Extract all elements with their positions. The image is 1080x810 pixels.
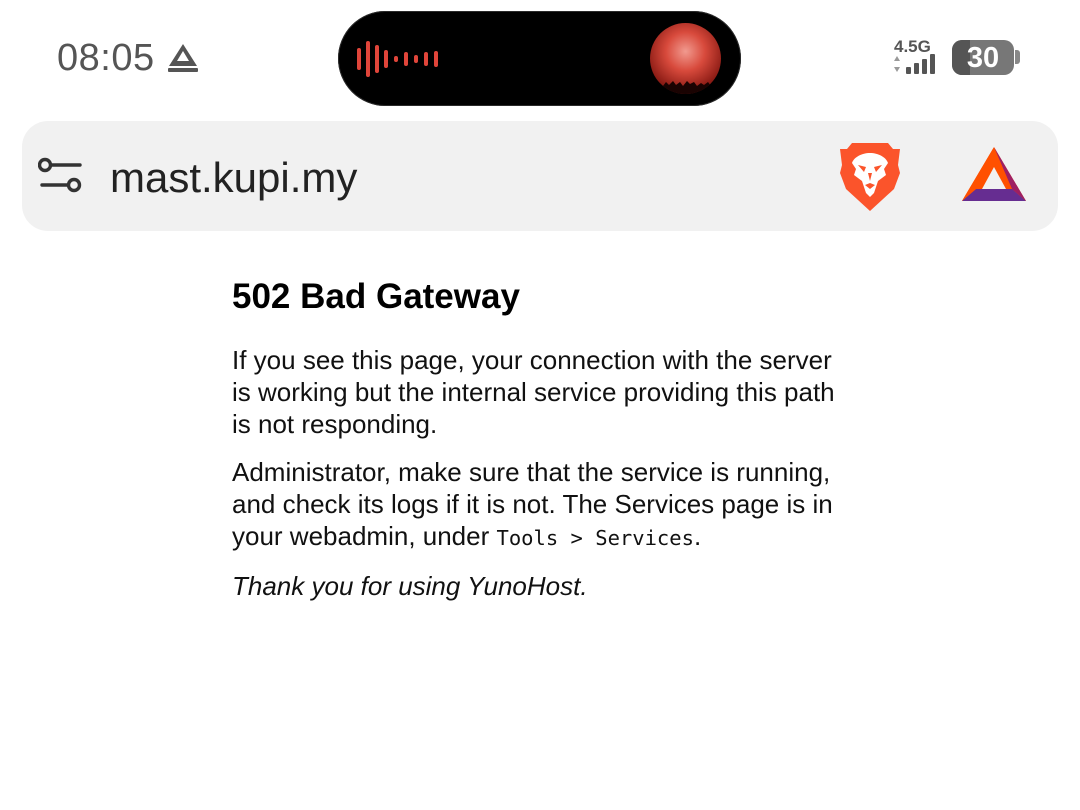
site-settings-icon[interactable]: [38, 155, 84, 197]
url-field[interactable]: mast.kupi.my: [110, 153, 357, 203]
brave-rewards-icon[interactable]: [960, 145, 1028, 205]
album-art[interactable]: [650, 23, 721, 94]
battery-level: 30: [966, 42, 1000, 74]
dynamic-island[interactable]: [338, 11, 741, 106]
audio-waveform-icon: [357, 41, 438, 77]
page-title: 502 Bad Gateway: [232, 277, 520, 316]
admin-instructions-end: .: [693, 521, 702, 551]
error-description: If you see this page, your connection wi…: [232, 345, 835, 439]
signal-strength-icon: [894, 54, 935, 74]
admin-instructions: Administrator, make sure that the servic…: [232, 456, 852, 554]
address-bar[interactable]: mast.kupi.my: [22, 121, 1058, 231]
status-time: 08:05: [57, 37, 155, 79]
thank-you-note: Thank you for using YunoHost.: [232, 571, 588, 601]
status-bar: 08:05 4.5G 30: [0, 0, 1080, 112]
crowd-silhouette: [650, 81, 721, 94]
battery-nub: [1015, 50, 1020, 64]
brave-shields-icon[interactable]: [838, 139, 902, 213]
battery-icon: 30: [952, 40, 1014, 75]
google-drive-upload-icon: [168, 44, 198, 72]
error-page-content: 502 Bad Gateway If you see this page, yo…: [232, 270, 852, 602]
services-path-code: Tools > Services: [496, 526, 694, 550]
